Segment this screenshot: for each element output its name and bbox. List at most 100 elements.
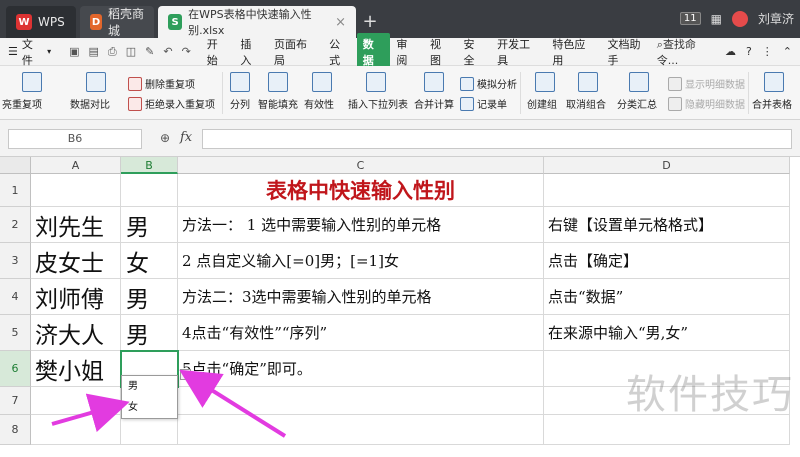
menu-home[interactable]: 开始	[201, 36, 235, 68]
menu-developer[interactable]: 开发工具	[491, 36, 546, 68]
smart-fill-button[interactable]: 智能填充	[258, 96, 298, 111]
validation-dropdown-button[interactable]: ▼	[180, 369, 191, 380]
cell-a2[interactable]: 刘先生	[31, 207, 121, 243]
collapse-ribbon-icon[interactable]: ⌃	[783, 45, 792, 58]
cell-c1[interactable]: 表格中快速输入性别	[178, 174, 544, 207]
command-search[interactable]: ⌕查找命令...	[657, 36, 715, 68]
avatar[interactable]	[731, 10, 748, 27]
tab-wps-home[interactable]: W WPS	[6, 6, 76, 38]
hide-detail-button[interactable]: 隐藏明细数据	[685, 96, 745, 111]
menu-features[interactable]: 特色应用	[546, 36, 601, 68]
menu-view[interactable]: 视图	[424, 36, 458, 68]
cell-a8[interactable]	[31, 415, 121, 445]
cell-d1[interactable]	[544, 174, 790, 207]
format-painter-icon[interactable]: ✎	[145, 45, 154, 59]
cell-b2[interactable]: 男	[121, 207, 178, 243]
cell-a6[interactable]: 樊小姐	[31, 351, 121, 387]
quick-access-toolbar: ▣ ▤ ⎙ ◫ ✎ ↶ ↷	[59, 45, 201, 59]
print-icon[interactable]: ⎙	[108, 45, 117, 59]
cell-a1[interactable]	[31, 174, 121, 207]
cell-c3[interactable]: 2 点自定义输入[=0]男；[=1]女	[178, 243, 544, 279]
cell-b1[interactable]	[121, 174, 178, 207]
cell-c6[interactable]: 5点击“确定”即可。	[178, 351, 544, 387]
row-header-6[interactable]: 6	[0, 351, 31, 387]
menu-insert[interactable]: 插入	[234, 36, 268, 68]
cell-c7[interactable]	[178, 387, 544, 415]
menu-data[interactable]: 数据	[356, 32, 391, 71]
save-as-icon[interactable]: ▤	[89, 45, 99, 59]
spreadsheet-icon: S	[168, 14, 183, 30]
function-icon[interactable]: fx	[180, 130, 192, 145]
menu-doc-assistant[interactable]: 文档助手	[602, 36, 657, 68]
ungroup-button[interactable]: 取消组合	[566, 96, 606, 111]
menu-security[interactable]: 安全	[458, 36, 492, 68]
dropdown-option-female[interactable]: 女	[122, 397, 177, 418]
select-all-corner[interactable]	[0, 157, 31, 174]
menu-formulas[interactable]: 公式	[323, 36, 357, 68]
name-box[interactable]: B6	[8, 129, 142, 149]
validity-button[interactable]: 有效性	[304, 96, 334, 111]
dropdown-option-male[interactable]: 男	[122, 376, 177, 397]
merge-table-button[interactable]: 合并表格	[752, 96, 792, 111]
watermark-text: 软件技巧	[626, 372, 794, 418]
remove-duplicates-button[interactable]: 删除重复项	[145, 76, 195, 91]
cell-c2[interactable]: 方法一： 1 选中需要输入性别的单元格	[178, 207, 544, 243]
show-detail-button[interactable]: 显示明细数据	[685, 76, 745, 91]
column-header-c[interactable]: C	[178, 157, 544, 174]
column-header-b[interactable]: B	[121, 157, 178, 174]
column-header-a[interactable]: A	[31, 157, 121, 174]
cell-b8[interactable]	[121, 415, 178, 445]
highlight-duplicates-button[interactable]: 亮重复项	[2, 96, 42, 111]
user-name[interactable]: 刘章济	[758, 10, 794, 27]
cell-a3[interactable]: 皮女士	[31, 243, 121, 279]
new-tab-button[interactable]: +	[360, 12, 380, 32]
cell-d4[interactable]: 点击“数据”	[544, 279, 790, 315]
cell-d2[interactable]: 右键【设置单元格格式】	[544, 207, 790, 243]
record-form-button[interactable]: 记录单	[477, 96, 507, 111]
save-icon[interactable]: ▣	[69, 45, 79, 59]
create-group-button[interactable]: 创建组	[527, 96, 557, 111]
insert-dropdown-button[interactable]: 插入下拉列表	[348, 96, 408, 111]
cell-a4[interactable]: 刘师傅	[31, 279, 121, 315]
cloud-icon[interactable]: ☁	[725, 45, 736, 58]
cell-c4[interactable]: 方法二：3选中需要输入性别的单元格	[178, 279, 544, 315]
what-if-button[interactable]: 模拟分析	[477, 76, 517, 91]
tab-docer-store[interactable]: D 稻壳商城	[80, 6, 154, 38]
more-icon[interactable]: ⋮	[762, 45, 773, 58]
undo-icon[interactable]: ↶	[163, 45, 172, 59]
cell-d5[interactable]: 在来源中输入“男,女”	[544, 315, 790, 351]
row-header-2[interactable]: 2	[0, 207, 31, 243]
row-header-7[interactable]: 7	[0, 387, 31, 415]
row-header-3[interactable]: 3	[0, 243, 31, 279]
cell-a5[interactable]: 济大人	[31, 315, 121, 351]
menu-page-layout[interactable]: 页面布局	[268, 36, 323, 68]
consolidate-button[interactable]: 合并计算	[414, 96, 454, 111]
file-menu[interactable]: ☰ 文件 ▾	[0, 36, 59, 68]
data-compare-button[interactable]: 数据对比	[70, 96, 110, 111]
redo-icon[interactable]: ↷	[182, 45, 191, 59]
row-header-8[interactable]: 8	[0, 415, 31, 445]
cell-c5[interactable]: 4点击“有效性”“序列”	[178, 315, 544, 351]
row-header-5[interactable]: 5	[0, 315, 31, 351]
menu-review[interactable]: 审阅	[390, 36, 424, 68]
subtotal-button[interactable]: 分类汇总	[617, 96, 657, 111]
preview-icon[interactable]: ◫	[126, 45, 136, 59]
close-tab-icon[interactable]: ×	[335, 15, 346, 30]
cell-b5[interactable]: 男	[121, 315, 178, 351]
cell-b3[interactable]: 女	[121, 243, 178, 279]
grid-view-icon[interactable]: ▦	[711, 12, 722, 26]
help-icon[interactable]: ?	[746, 45, 752, 58]
cell-d3[interactable]: 点击【确定】	[544, 243, 790, 279]
cell-b4[interactable]: 男	[121, 279, 178, 315]
reject-duplicates-button[interactable]: 拒绝录入重复项	[145, 96, 215, 111]
formula-input[interactable]	[202, 129, 792, 149]
row-header-4[interactable]: 4	[0, 279, 31, 315]
zoom-icon[interactable]: ⊕	[160, 131, 170, 145]
cell-a7[interactable]	[31, 387, 121, 415]
cell-c8[interactable]	[178, 415, 544, 445]
tab-document[interactable]: S 在WPS表格中快速输入性别.xlsx ×	[158, 6, 356, 38]
row-header-1[interactable]: 1	[0, 174, 31, 207]
window-count-badge[interactable]: 11	[679, 12, 701, 25]
split-column-button[interactable]: 分列	[230, 96, 250, 111]
column-header-d[interactable]: D	[544, 157, 790, 174]
